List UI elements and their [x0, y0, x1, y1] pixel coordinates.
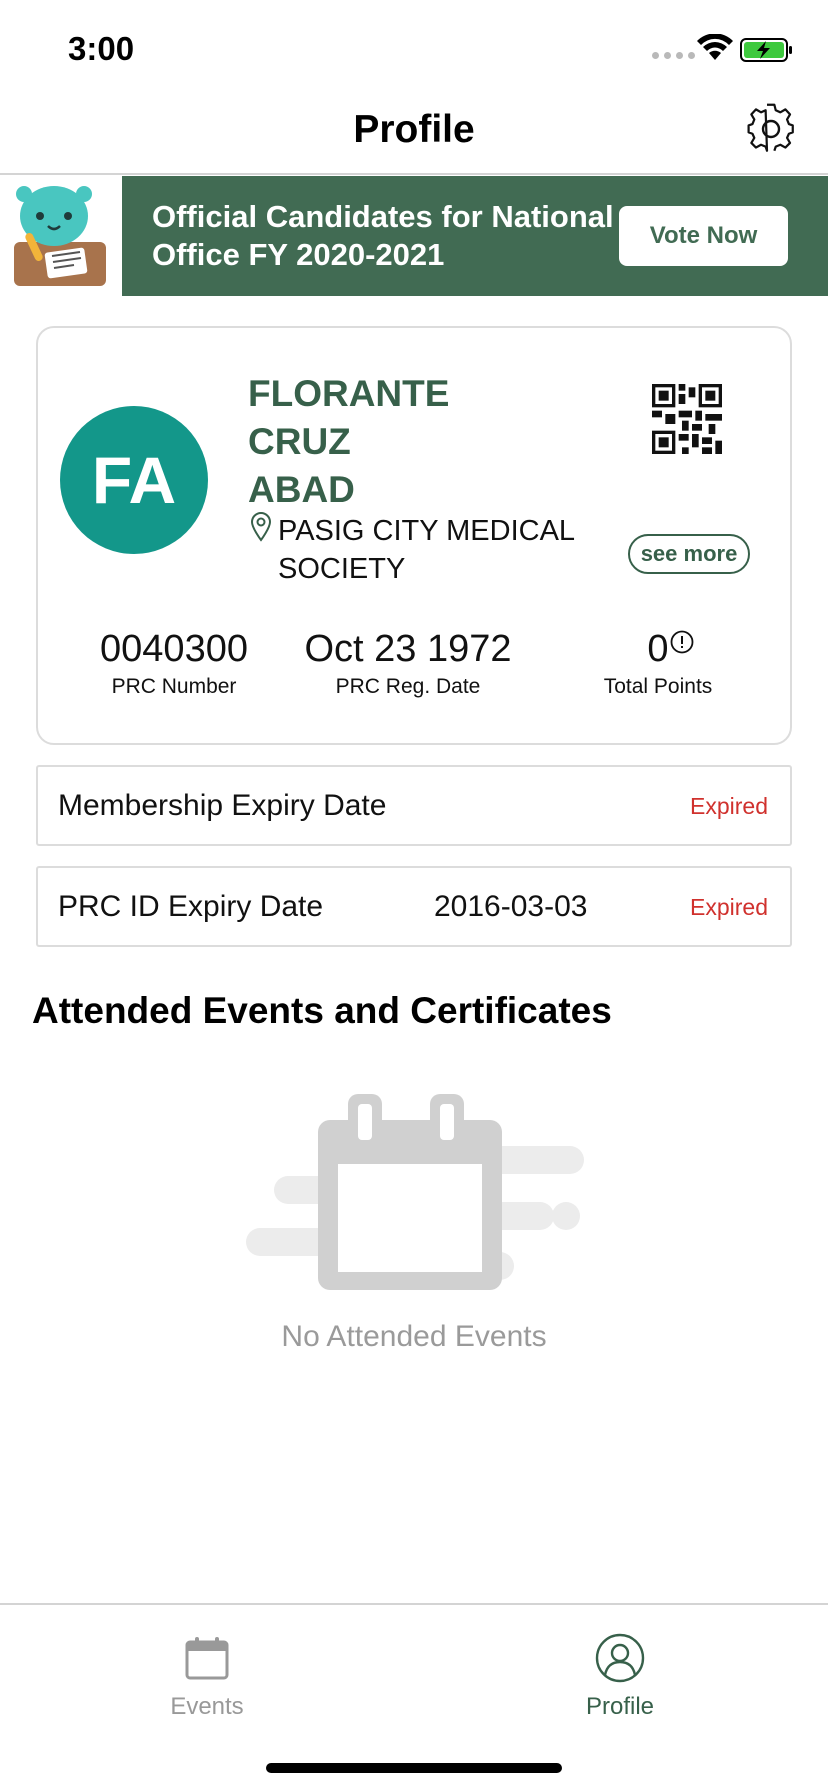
total-points-value: 0 — [647, 628, 669, 670]
prc-number-label: PRC Number — [111, 675, 237, 698]
status-time: 3:00 — [68, 30, 135, 67]
prc-number-stat: 0040300 PRC Number — [74, 628, 274, 699]
empty-calendar-illustration — [246, 1094, 584, 1290]
page-title: Profile — [353, 108, 475, 151]
avatar: FA — [60, 406, 208, 554]
prc-reg-date-label: PRC Reg. Date — [335, 675, 481, 698]
membership-expiry-row: Membership Expiry Date Expired — [36, 765, 792, 846]
prc-id-expiry-row: PRC ID Expiry Date 2016-03-03 Expired — [36, 866, 792, 947]
status-bar: 3:00 — [0, 0, 828, 100]
total-points-stat: 0 Total Points — [568, 628, 748, 699]
member-first-name: FLORANTE — [248, 373, 450, 414]
prc-reg-date-value: Oct 23 1972 — [304, 628, 512, 670]
vote-banner[interactable]: Official Candidates for National Office … — [0, 176, 828, 296]
banner-text: Official Candidates for National Office … — [152, 199, 614, 272]
cellular-signal-icon — [652, 52, 695, 59]
total-points-label: Total Points — [603, 675, 713, 698]
prc-number-value: 0040300 — [100, 628, 248, 670]
prc-id-expiry-label: PRC ID Expiry Date — [58, 890, 324, 923]
nav-bar: Profile — [0, 100, 828, 175]
profile-card: FA FLORANTE CRUZ ABAD PASIG CITY MEDICAL… — [36, 326, 792, 745]
qr-code-icon[interactable] — [652, 384, 722, 454]
wifi-icon — [697, 34, 733, 60]
calendar-icon — [185, 1637, 229, 1680]
prc-reg-date-stat: Oct 23 1972 PRC Reg. Date — [288, 628, 528, 699]
events-heading: Attended Events and Certificates — [32, 990, 612, 1031]
home-indicator — [266, 1763, 562, 1773]
member-name: FLORANTE CRUZ ABAD — [248, 370, 548, 514]
membership-expiry-label: Membership Expiry Date — [58, 789, 387, 822]
prc-id-expiry-status: Expired — [690, 894, 768, 920]
tab-events[interactable]: Events — [127, 1633, 287, 1721]
tab-profile-label: Profile — [585, 1693, 655, 1720]
society-row: PASIG CITY MEDICAL SOCIETY — [250, 512, 590, 588]
info-icon[interactable] — [670, 630, 694, 654]
member-last-name: ABAD — [248, 469, 355, 510]
see-more-button[interactable]: see more — [628, 534, 750, 574]
tab-events-label: Events — [170, 1693, 244, 1720]
vote-now-button[interactable]: Vote Now — [619, 206, 788, 266]
settings-gear-icon[interactable] — [744, 102, 798, 156]
member-middle-name: CRUZ — [248, 421, 351, 462]
empty-events-text: No Attended Events — [281, 1320, 547, 1353]
mascot-illustration — [0, 176, 122, 296]
membership-expiry-status: Expired — [690, 793, 768, 819]
location-pin-icon — [250, 512, 272, 542]
tab-profile[interactable]: Profile — [540, 1633, 700, 1721]
prc-id-expiry-date: 2016-03-03 — [434, 890, 588, 923]
person-circle-icon — [595, 1633, 645, 1683]
battery-charging-icon — [740, 38, 792, 62]
society-name: PASIG CITY MEDICAL SOCIETY — [278, 515, 574, 585]
